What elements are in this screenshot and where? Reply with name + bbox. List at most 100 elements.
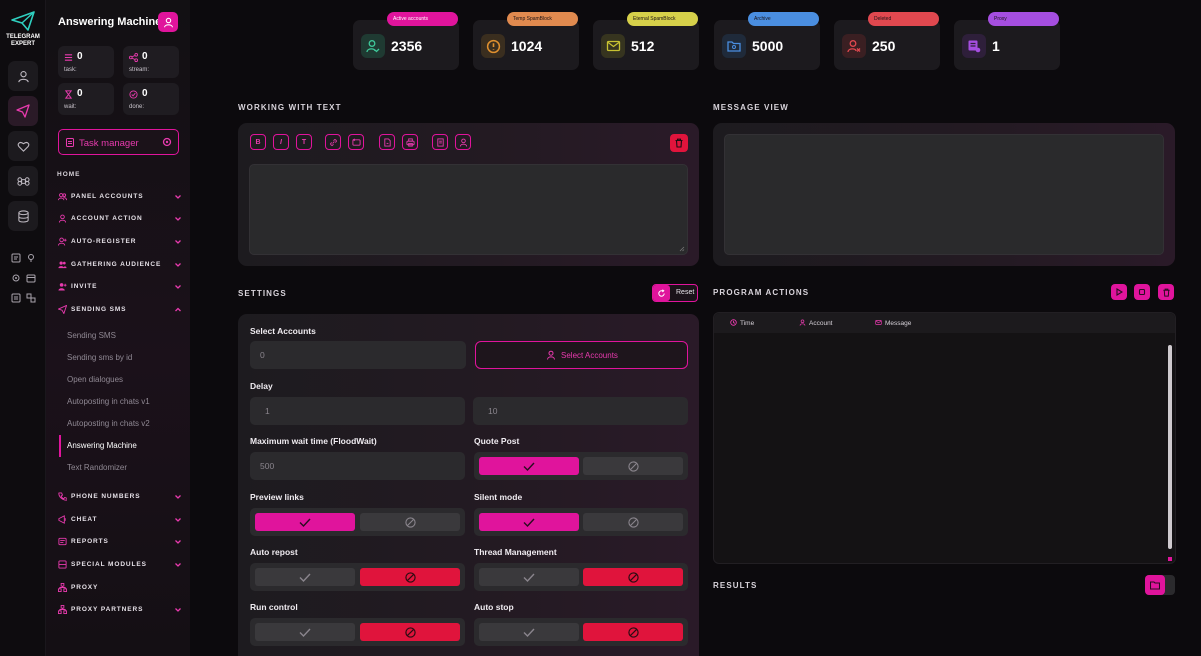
pin-icon[interactable]	[25, 252, 37, 264]
ban-icon	[404, 571, 416, 583]
nav-proxy[interactable]: PROXY	[58, 582, 182, 594]
run-control-off-button[interactable]	[360, 623, 460, 641]
nav-special-modules[interactable]: SPECIAL MODULES	[58, 559, 182, 571]
repeat-button[interactable]	[348, 134, 364, 150]
select-accounts-button[interactable]: Select Accounts	[475, 341, 688, 369]
database-icon	[17, 209, 29, 222]
rail-send-button[interactable]	[8, 96, 38, 126]
clear-log-button[interactable]	[1158, 284, 1174, 300]
subnav-answering-machine[interactable]: Answering Machine	[59, 435, 179, 457]
preview-links-label: Preview links	[250, 492, 304, 502]
nav-cheat[interactable]: CHEAT	[58, 514, 182, 526]
auto-repost-off-button[interactable]	[360, 568, 460, 586]
stop-button[interactable]	[1134, 284, 1150, 300]
stat-tag: Active accounts	[387, 12, 458, 26]
calendar-icon[interactable]	[25, 272, 37, 284]
report-icon	[58, 537, 67, 546]
share-icon[interactable]	[25, 292, 37, 304]
nav-auto-register[interactable]: AUTO-REGISTER	[58, 236, 182, 248]
silent-mode-on-button[interactable]	[479, 513, 579, 531]
telegram-logo-icon	[11, 11, 35, 31]
message-textarea[interactable]	[249, 164, 688, 255]
chevron-down-icon	[175, 495, 181, 499]
modules-icon	[58, 560, 67, 569]
chevron-down-icon	[175, 563, 181, 567]
subnav-sending-sms-by-id[interactable]: Sending sms by id	[59, 347, 179, 369]
task-manager-button[interactable]: Task manager	[58, 129, 179, 155]
clipboard-icon	[66, 138, 74, 147]
log-scrollbar[interactable]	[1168, 345, 1172, 549]
thread-management-off-button[interactable]	[583, 568, 683, 586]
icon-rail: TELEGRAM EXPERT	[0, 0, 46, 656]
nav-reports[interactable]: REPORTS	[58, 536, 182, 548]
subnav-open-dialogues[interactable]: Open dialogues	[59, 369, 179, 391]
accounts-count-field[interactable]: 0	[250, 341, 466, 369]
quote-post-off-button[interactable]	[583, 457, 683, 475]
preview-links-off-button[interactable]	[360, 513, 460, 531]
page-title: Answering Machine	[58, 16, 162, 28]
subnav-text-randomizer[interactable]: Text Randomizer	[59, 457, 179, 479]
delay-label: Delay	[250, 381, 273, 391]
start-button[interactable]	[1111, 284, 1127, 300]
rail-favorites-button[interactable]	[8, 131, 38, 161]
clear-text-button[interactable]	[670, 134, 688, 152]
subnav-autoposting-v1[interactable]: Autoposting in chats v1	[59, 391, 179, 413]
stat-value: 1024	[511, 38, 543, 54]
quote-post-on-button[interactable]	[479, 457, 579, 475]
rail-profile-button[interactable]	[8, 61, 38, 91]
mail-block-icon	[601, 34, 625, 58]
stop-icon	[1138, 288, 1146, 296]
run-control-on-button[interactable]	[255, 623, 355, 641]
play-icon	[1116, 288, 1123, 296]
subnav-sending-sms[interactable]: Sending SMS	[59, 325, 179, 347]
stat-eternal-spamblock: Eternal SpamBlock 512	[593, 12, 699, 70]
resize-handle-icon	[679, 246, 685, 252]
gear-icon	[162, 137, 172, 147]
heart-icon	[17, 141, 29, 152]
user-check-icon	[361, 34, 385, 58]
preview-links-on-button[interactable]	[255, 513, 355, 531]
stat-value: 512	[631, 38, 655, 54]
settings-icon[interactable]	[10, 272, 22, 284]
auto-stop-on-button[interactable]	[479, 623, 579, 641]
max-wait-input[interactable]: 500	[250, 452, 465, 480]
nav-home[interactable]: HOME	[57, 171, 81, 178]
file-button[interactable]	[379, 134, 395, 150]
link-button[interactable]	[325, 134, 341, 150]
check-circle-icon	[129, 90, 138, 99]
list-icon[interactable]	[10, 292, 22, 304]
user-icon	[17, 70, 29, 82]
rail-command-button[interactable]	[8, 166, 38, 196]
megaphone-icon	[58, 515, 66, 524]
reset-button[interactable]: Reset	[652, 284, 698, 302]
rail-database-button[interactable]	[8, 201, 38, 231]
subnav-autoposting-v2[interactable]: Autoposting in chats v2	[59, 413, 179, 435]
run-control-toggle	[250, 618, 465, 646]
mention-button[interactable]	[455, 134, 471, 150]
doc-icon[interactable]	[10, 252, 22, 264]
thread-management-on-button[interactable]	[479, 568, 579, 586]
nav-panel-accounts[interactable]: PANEL ACCOUNTS	[58, 191, 182, 203]
auto-repost-on-button[interactable]	[255, 568, 355, 586]
nav-sending-sms[interactable]: SENDING SMS	[58, 304, 182, 316]
nav-proxy-partners[interactable]: PROXY PARTNERS	[58, 604, 182, 616]
phone-icon	[58, 492, 67, 501]
delay-to-input[interactable]: 10	[473, 397, 688, 425]
bold-button[interactable]: B	[250, 134, 266, 150]
italic-button[interactable]: I	[273, 134, 289, 150]
results-open-folder-button[interactable]	[1145, 575, 1175, 595]
nav-account-action[interactable]: ACCOUNT ACTION	[58, 213, 182, 225]
profile-button[interactable]	[158, 12, 178, 32]
nav-phone-numbers[interactable]: PHONE NUMBERS	[58, 491, 182, 503]
print-button[interactable]	[402, 134, 418, 150]
silent-mode-off-button[interactable]	[583, 513, 683, 531]
chevron-up-icon	[175, 307, 181, 312]
print-icon	[405, 137, 415, 147]
settings-panel: Select Accounts 0 Select Accounts Delay …	[238, 314, 699, 656]
nav-gathering-audience[interactable]: GATHERING AUDIENCE	[58, 259, 182, 271]
template-button[interactable]	[432, 134, 448, 150]
nav-invite[interactable]: INVITE	[58, 281, 182, 293]
text-style-button[interactable]: T	[296, 134, 312, 150]
auto-stop-off-button[interactable]	[583, 623, 683, 641]
delay-from-input[interactable]: 1	[250, 397, 465, 425]
